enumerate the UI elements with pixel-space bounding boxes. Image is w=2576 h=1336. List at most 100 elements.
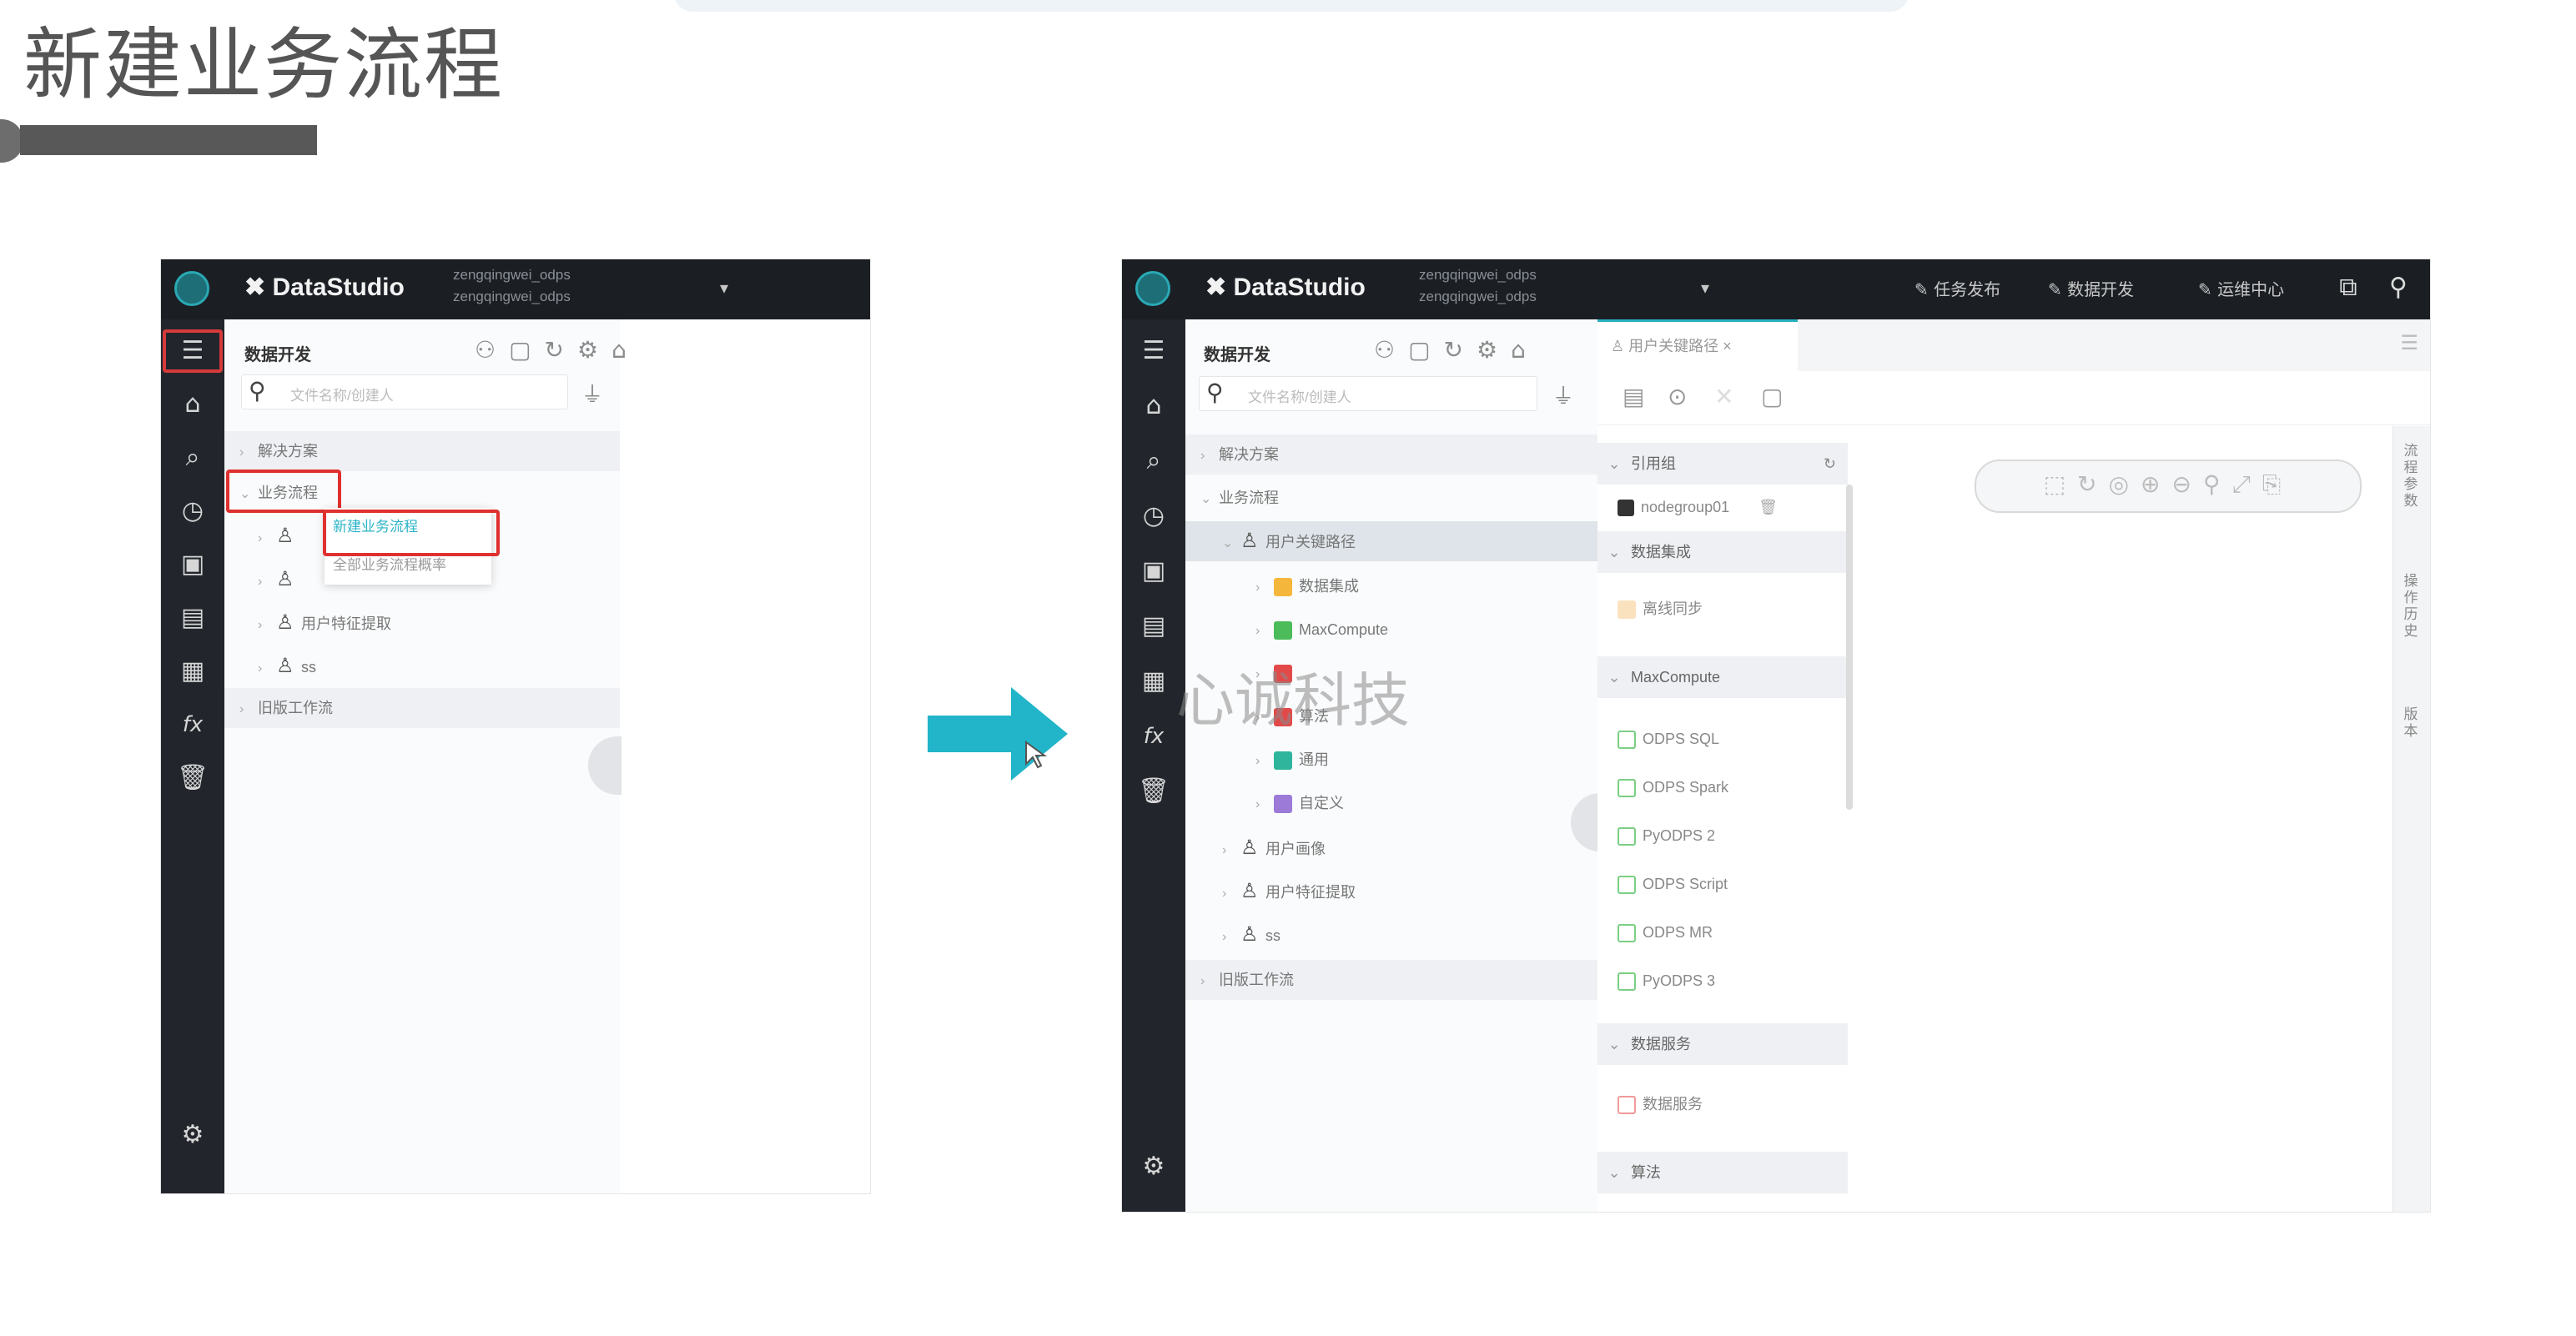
tree-group-solutions[interactable]: › 解决方案 [1185,434,1597,475]
tab-flow[interactable]: ♙ 用户关键路径 × [1597,319,1798,371]
top-bar: ✖ DataStudio zengqingwei_odps zengqingwei… [1122,259,2430,319]
component-item[interactable]: ODPS SQL [1618,720,1719,758]
tree-flow-item[interactable]: › ♙ 用户画像 [1222,828,1326,868]
external-icon[interactable]: ⧉ [2332,271,2365,304]
component-item[interactable]: ODPS MR [1618,913,1713,952]
panel-toolbar[interactable]: ⚇▢↻⚙⌂ [1374,336,1539,364]
component-item[interactable]: 离线同步 [1618,590,1703,628]
briefcase-icon[interactable]: ▣ [161,541,224,588]
section-ref-group[interactable]: ⌄ 引用组 ↻ [1597,443,1848,485]
search-input[interactable]: ⚲ 文件名称/创建人 [241,374,568,409]
settings-icon[interactable]: ⚙ [161,1112,224,1158]
clock-icon[interactable]: ◷ [161,488,224,535]
search-icon: ⚲ [1206,379,1224,406]
briefcase-icon[interactable]: ▣ [1122,548,1185,595]
search-input[interactable]: ⚲ 文件名称/创建人 [1199,376,1537,411]
tree-flow-item[interactable]: › ♙ ss [1222,915,1280,955]
tree-panel: 数据开发 ⚇▢↻⚙⌂ ⚲ 文件名称/创建人 ⏚ › 解决方案 ⌄ 业务流程 › ♙ ›… [224,319,626,1193]
grid-icon[interactable]: ▦ [161,648,224,695]
component-item[interactable]: nodegroup01 🗑 [1618,488,1778,526]
table-icon[interactable]: ▤ [1122,603,1185,650]
section-integration[interactable]: ⌄ 数据集成 [1597,531,1848,573]
collapse-handle[interactable] [588,736,621,795]
tree-flow-item[interactable]: › ♙ 用户特征提取 [258,603,391,643]
settings-icon[interactable]: ⚙ [1122,1143,1185,1190]
search-icon[interactable]: ⚲ [2382,271,2415,304]
search-icon[interactable]: ⌕ [161,434,224,481]
integration-icon [1274,578,1292,597]
tree-folder-general[interactable]: › 通用 [1255,740,1329,780]
right-rail: 流程参数 操作历史 版本 [2392,426,2430,1212]
rail-flow-params[interactable]: 流程参数 [2402,443,2420,510]
tree-folder-maxcompute[interactable]: › MaxCompute [1255,610,1388,650]
tree-flow-item[interactable]: › ♙ [258,516,301,556]
home-icon[interactable]: ⌂ [161,381,224,428]
tree-group-business-flow[interactable]: ⌄ 业务流程 [1185,478,1597,518]
component-item[interactable]: PyODPS 2 [1618,816,1715,855]
scrollbar[interactable] [1846,485,1853,810]
highlight-box [323,510,500,556]
custom-icon [1274,795,1292,814]
tree-flow-item[interactable]: › ♙ [258,560,301,600]
trash-icon[interactable]: 🗑 [161,755,224,801]
editor-toolbar: ▤ ⊙ ✕ ▢ [1597,371,2430,425]
top-bar: ✖ DataStudio zengqingwei_odps zengqingwei… [161,259,870,319]
arrow-right-icon [928,687,1068,781]
ops-center-link[interactable]: ✎ 运维中心 [2198,276,2284,300]
brand[interactable]: ✖ DataStudio [1205,273,1366,302]
table-icon[interactable]: ▤ [161,595,224,641]
section-data-service[interactable]: ⌄ 数据服务 [1597,1023,1848,1065]
data-dev-link[interactable]: ✎ 数据开发 [2048,276,2134,300]
search-icon[interactable]: ⌕ [1122,438,1185,485]
submit-icon[interactable]: ▤ [1623,383,1644,410]
tree-folder-custom[interactable]: › 自定义 [1255,783,1344,823]
publish-link[interactable]: ✎ 任务发布 [1914,276,2000,300]
tree-group-legacy[interactable]: › 旧版工作流 [1185,960,1597,1000]
tree-group-solutions[interactable]: › 解决方案 [224,431,620,471]
component-item[interactable]: ODPS Spark [1618,768,1728,806]
rail-history[interactable]: 操作历史 [2402,573,2420,640]
user-icon: ♙ [1240,923,1259,946]
tab-bar: ♙ 用户关键路径 × ☰ [1597,319,2430,372]
watermark: 心诚科技 [1176,666,1410,735]
tree-flow-selected[interactable]: ⌄ ♙ 用户关键路径 [1185,521,1597,561]
highlight-box [226,470,341,513]
stop-icon[interactable]: ✕ [1714,383,1733,410]
copy-icon[interactable]: ▢ [1761,383,1783,410]
chevron-down-icon[interactable]: ▾ [720,278,728,298]
component-item[interactable]: PyODPS 3 [1618,962,1715,1000]
search-icon: ⚲ [249,377,266,404]
tab-menu-icon[interactable]: ☰ [2400,331,2418,354]
rail-version[interactable]: 版本 [2402,706,2420,740]
filter-icon[interactable]: ⏚ [581,378,603,409]
component-item[interactable]: ODPS Script [1618,865,1728,903]
data-dev-icon[interactable]: ☰ [1122,328,1185,374]
tree-group-legacy[interactable]: › 旧版工作流 [224,688,620,728]
tree-folder-integration[interactable]: › 数据集成 [1255,566,1359,606]
section-maxcompute[interactable]: ⌄ MaxCompute [1597,656,1848,698]
user-icon: ♙ [1240,880,1259,902]
left-nav: ☰ ⌂ ⌕ ◷ ▣ ▤ ▦ fx 🗑 ⚙ [1122,319,1185,1212]
brand[interactable]: ✖ DataStudio [244,273,405,302]
project-selector[interactable]: zengqingwei_odps zengqingwei_odps [1419,264,1537,308]
home-icon[interactable]: ⌂ [1122,383,1185,429]
slide-title: 新建业务流程 [23,20,505,111]
left-screenshot: ✖ DataStudio zengqingwei_odps zengqingwei… [160,259,871,1194]
panel-toolbar[interactable]: ⚇▢↻⚙⌂ [475,336,640,364]
general-icon [1274,751,1292,771]
logo [174,271,209,306]
filter-icon[interactable]: ⏚ [1552,379,1574,410]
section-algorithm[interactable]: ⌄ 算法 [1597,1152,1848,1193]
clock-icon[interactable]: ◷ [1122,493,1185,540]
canvas-toolbar[interactable]: ⬚↻◎⊕⊖⚲⤢⎘ [1975,460,2362,513]
run-icon[interactable]: ⊙ [1668,383,1687,410]
component-item[interactable]: 数据服务 [1618,1085,1703,1123]
trash-icon[interactable]: 🗑 [1122,768,1185,815]
function-icon[interactable]: fx [161,701,224,748]
data-dev-icon[interactable]: ☰ [161,328,224,374]
chevron-down-icon[interactable]: ▾ [1701,278,1709,298]
user-icon: ♙ [276,655,294,677]
tree-flow-item[interactable]: › ♙ ss [258,646,316,686]
project-selector[interactable]: zengqingwei_odps zengqingwei_odps [453,264,571,308]
tree-flow-item[interactable]: › ♙ 用户特征提取 [1222,871,1356,912]
